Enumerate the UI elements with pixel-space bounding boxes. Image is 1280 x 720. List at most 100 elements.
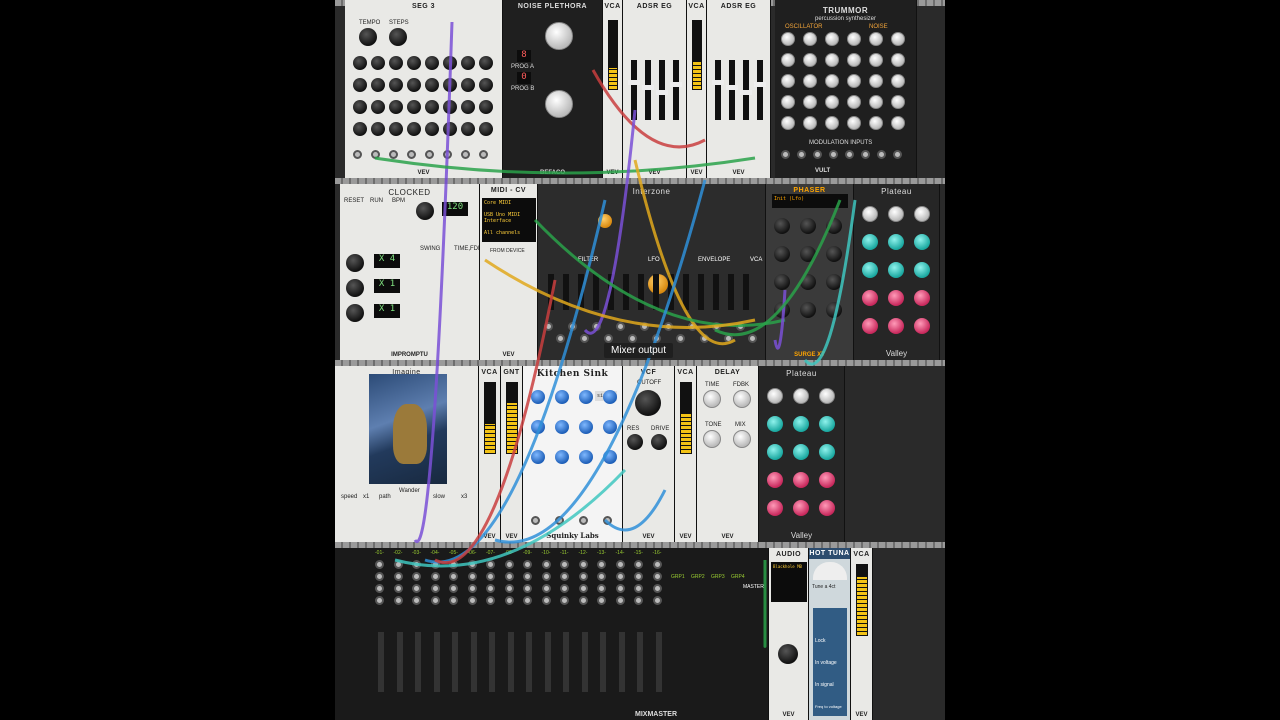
interzone-slider[interactable] bbox=[743, 274, 749, 310]
channel-jack[interactable] bbox=[578, 596, 588, 605]
plateau-knob[interactable] bbox=[862, 290, 878, 306]
step-knob[interactable] bbox=[461, 78, 475, 92]
interzone-jack[interactable] bbox=[580, 334, 589, 343]
phaser-knob[interactable] bbox=[774, 274, 790, 290]
tone-knob[interactable] bbox=[703, 430, 721, 448]
kitchen-sink-jack[interactable] bbox=[531, 516, 540, 525]
channel-jack[interactable] bbox=[523, 572, 532, 581]
interzone-jack[interactable] bbox=[604, 334, 613, 343]
interzone-slider[interactable] bbox=[608, 274, 614, 310]
plateau-knob[interactable] bbox=[888, 318, 904, 334]
decay-slider[interactable] bbox=[642, 60, 654, 120]
channel-jack[interactable] bbox=[467, 584, 477, 593]
interzone-jack[interactable] bbox=[712, 322, 721, 331]
step-knob[interactable] bbox=[425, 122, 439, 136]
ratio-1-knob[interactable] bbox=[346, 254, 364, 272]
bpm-knob[interactable] bbox=[416, 202, 434, 220]
output-jack[interactable] bbox=[371, 150, 380, 159]
channel-fader[interactable] bbox=[396, 632, 403, 692]
cutoff-a-knob[interactable] bbox=[545, 22, 573, 50]
step-knob[interactable] bbox=[407, 78, 421, 92]
interzone-slider[interactable] bbox=[638, 274, 644, 310]
trummor-knob[interactable] bbox=[891, 116, 905, 130]
trummor-knob[interactable] bbox=[847, 32, 861, 46]
trummor-knob[interactable] bbox=[891, 32, 905, 46]
plateau-knob[interactable] bbox=[914, 262, 930, 278]
module-adsr-1[interactable]: ADSR EG VEV bbox=[623, 0, 687, 178]
channel-jack[interactable] bbox=[375, 596, 384, 605]
kitchen-sink-knob[interactable] bbox=[579, 450, 593, 464]
step-knob[interactable] bbox=[389, 122, 403, 136]
channel-jack[interactable] bbox=[597, 584, 606, 593]
channel-jack[interactable] bbox=[560, 560, 569, 569]
module-adsr-2[interactable]: ADSR EG VEV bbox=[707, 0, 771, 178]
phaser-knob[interactable] bbox=[774, 302, 790, 318]
phaser-knob[interactable] bbox=[826, 302, 842, 318]
interzone-jack[interactable] bbox=[700, 334, 709, 343]
interzone-jack[interactable] bbox=[592, 322, 601, 331]
channel-jack[interactable] bbox=[615, 596, 625, 605]
interzone-jack[interactable] bbox=[640, 322, 649, 331]
interzone-slider[interactable] bbox=[593, 274, 599, 310]
step-knob[interactable] bbox=[407, 56, 421, 70]
output-jack[interactable] bbox=[353, 150, 362, 159]
phaser-knob[interactable] bbox=[774, 218, 790, 234]
step-knob[interactable] bbox=[443, 78, 457, 92]
module-delay[interactable]: DELAY TIME FDBK TONE MIX VEV bbox=[697, 366, 759, 542]
step-knob[interactable] bbox=[389, 56, 403, 70]
step-knob[interactable] bbox=[461, 56, 475, 70]
step-knob[interactable] bbox=[353, 100, 367, 114]
step-knob[interactable] bbox=[407, 122, 421, 136]
sustain-slider[interactable] bbox=[740, 60, 752, 120]
plateau-knob[interactable] bbox=[862, 206, 878, 222]
step-knob[interactable] bbox=[389, 100, 403, 114]
plateau-knob[interactable] bbox=[914, 318, 930, 334]
channel-jack[interactable] bbox=[467, 572, 477, 581]
interzone-jack[interactable] bbox=[556, 334, 565, 343]
interzone-jack[interactable] bbox=[748, 334, 757, 343]
mod-input-jack[interactable] bbox=[829, 150, 838, 159]
channel-jack[interactable] bbox=[449, 560, 458, 569]
plateau-knob[interactable] bbox=[888, 206, 904, 222]
interzone-jack[interactable] bbox=[724, 334, 733, 343]
kitchen-sink-knob[interactable] bbox=[603, 420, 617, 434]
channel-jack[interactable] bbox=[541, 596, 551, 605]
phaser-knob[interactable] bbox=[826, 246, 842, 262]
plateau-knob[interactable] bbox=[793, 500, 809, 516]
trummor-knob[interactable] bbox=[803, 95, 817, 109]
interzone-slider[interactable] bbox=[668, 274, 674, 310]
kitchen-sink-jack[interactable] bbox=[555, 516, 564, 525]
interzone-jack[interactable] bbox=[676, 334, 685, 343]
step-knob[interactable] bbox=[443, 56, 457, 70]
channel-jack[interactable] bbox=[615, 560, 625, 569]
output-jack[interactable] bbox=[407, 150, 416, 159]
interzone-jack[interactable] bbox=[652, 334, 661, 343]
interzone-slider[interactable] bbox=[698, 274, 704, 310]
step-knob[interactable] bbox=[479, 122, 493, 136]
trummor-knob[interactable] bbox=[869, 95, 883, 109]
channel-jack[interactable] bbox=[560, 572, 569, 581]
kitchen-sink-knob[interactable] bbox=[555, 390, 569, 404]
plateau-knob[interactable] bbox=[914, 290, 930, 306]
channel-jack[interactable] bbox=[449, 572, 458, 581]
step-knob[interactable] bbox=[425, 100, 439, 114]
step-knob[interactable] bbox=[461, 100, 475, 114]
interzone-slider[interactable] bbox=[578, 274, 584, 310]
plateau-knob[interactable] bbox=[888, 262, 904, 278]
channel-jack[interactable] bbox=[578, 584, 588, 593]
module-midi-cv[interactable]: MIDI - CV Core MIDI USB Uno MIDI Interfa… bbox=[480, 184, 538, 360]
trummor-knob[interactable] bbox=[869, 116, 883, 130]
midi-device[interactable]: USB Uno MIDI Interface bbox=[484, 212, 534, 224]
step-knob[interactable] bbox=[443, 100, 457, 114]
channel-jack[interactable] bbox=[393, 560, 403, 569]
channel-jack[interactable] bbox=[393, 584, 403, 593]
cutoff-b-knob[interactable] bbox=[545, 90, 573, 118]
channel-jack[interactable] bbox=[504, 584, 514, 593]
interzone-jack[interactable] bbox=[688, 322, 697, 331]
channel-jack[interactable] bbox=[504, 560, 514, 569]
interzone-slider[interactable] bbox=[548, 274, 554, 310]
step-knob[interactable] bbox=[479, 56, 493, 70]
midi-driver[interactable]: Core MIDI bbox=[484, 200, 534, 206]
module-plateau-1[interactable]: Plateau Valley bbox=[854, 184, 940, 360]
phaser-knob[interactable] bbox=[800, 218, 816, 234]
